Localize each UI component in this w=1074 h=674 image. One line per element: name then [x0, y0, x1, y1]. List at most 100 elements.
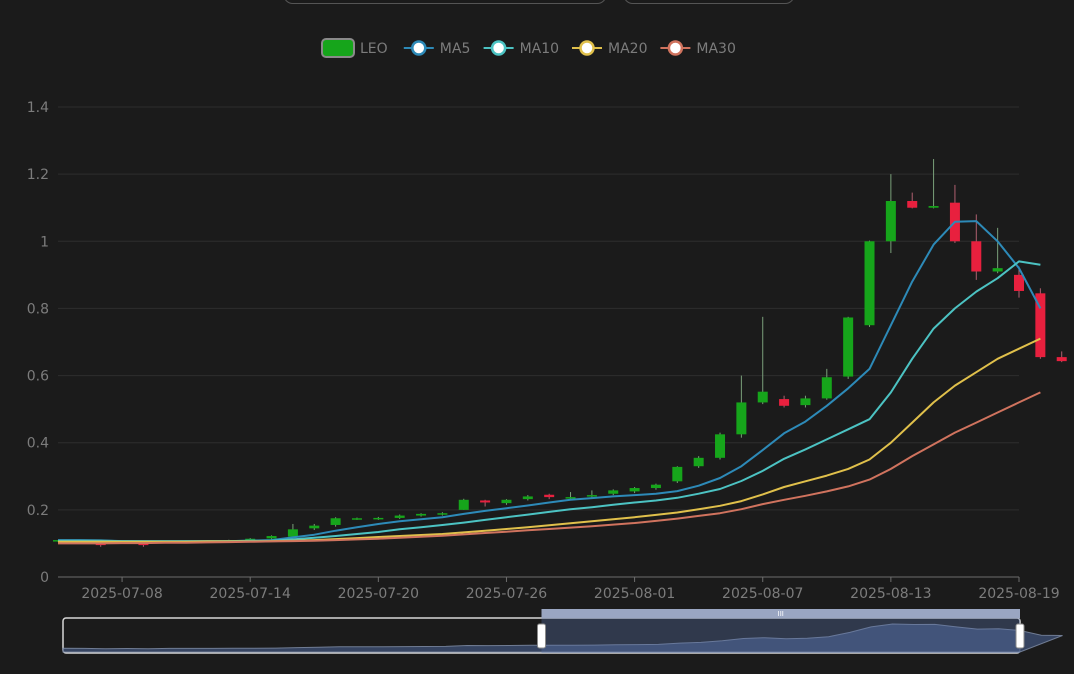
- ma5-line[interactable]: [58, 220, 1042, 543]
- candle[interactable]: [586, 490, 597, 498]
- candle[interactable]: [992, 227, 1003, 274]
- candle-body[interactable]: [373, 517, 384, 520]
- candle-body[interactable]: [608, 490, 619, 494]
- candle-body[interactable]: [736, 402, 747, 435]
- candle-body[interactable]: [629, 488, 640, 492]
- legend-item-ma30[interactable]: MA30: [660, 40, 736, 57]
- candle-body[interactable]: [394, 515, 405, 518]
- candle-body[interactable]: [864, 241, 875, 326]
- candle[interactable]: [693, 456, 704, 468]
- y-grid-lines: [58, 106, 1019, 578]
- x-tick-label: 2025-08-07: [722, 586, 803, 602]
- data-zoom-slider[interactable]: III: [62, 609, 1063, 654]
- candle-body[interactable]: [544, 494, 555, 498]
- candle[interactable]: [757, 316, 768, 405]
- candle[interactable]: [330, 517, 341, 527]
- legend-label: MA30: [696, 41, 735, 57]
- candle-body[interactable]: [1014, 274, 1024, 291]
- candle-body[interactable]: [992, 268, 1003, 272]
- candle-body[interactable]: [779, 399, 790, 406]
- legend-item-leo[interactable]: LEO: [321, 38, 388, 58]
- zoom-start-handle[interactable]: [537, 623, 546, 649]
- legend-label: LEO: [360, 41, 388, 57]
- candle-body[interactable]: [650, 484, 661, 489]
- candle[interactable]: [629, 487, 640, 494]
- candle-body[interactable]: [565, 497, 576, 499]
- candle[interactable]: [1014, 266, 1024, 298]
- legend-item-ma20[interactable]: MA20: [572, 40, 647, 57]
- candle[interactable]: [907, 192, 918, 209]
- candle-body[interactable]: [501, 499, 512, 504]
- candle-body[interactable]: [480, 500, 491, 503]
- candle-body[interactable]: [266, 536, 277, 539]
- candle[interactable]: [800, 395, 811, 408]
- candlestick-chart: LEO MA5 MA10 MA20 MA30 00.20.40.60.811.21.4 …: [27, 38, 1067, 654]
- candle-body[interactable]: [800, 398, 811, 406]
- candle[interactable]: [1035, 288, 1046, 359]
- candle-body[interactable]: [821, 377, 832, 399]
- candle-body[interactable]: [416, 513, 427, 516]
- legend-label: MA10: [520, 41, 559, 57]
- candle-body[interactable]: [715, 434, 726, 458]
- candle[interactable]: [394, 514, 405, 519]
- candle[interactable]: [437, 512, 448, 516]
- candle[interactable]: [544, 493, 555, 500]
- candle[interactable]: [779, 395, 790, 408]
- candle[interactable]: [650, 483, 661, 490]
- candle[interactable]: [1056, 351, 1067, 363]
- candle-body[interactable]: [1056, 357, 1067, 362]
- candle-body[interactable]: [351, 518, 362, 520]
- candle[interactable]: [608, 489, 619, 496]
- candle[interactable]: [949, 184, 960, 243]
- candle[interactable]: [864, 240, 875, 327]
- candle[interactable]: [373, 516, 384, 520]
- legend-label: MA20: [608, 41, 647, 57]
- zoom-selected-window[interactable]: [541, 618, 1021, 653]
- candle-body[interactable]: [843, 317, 854, 377]
- y-tick-label: 0.6: [27, 369, 49, 385]
- candle-body[interactable]: [309, 525, 320, 529]
- candle[interactable]: [821, 368, 832, 400]
- candle[interactable]: [885, 174, 896, 254]
- candle[interactable]: [287, 523, 298, 538]
- legend-marker: [667, 40, 684, 56]
- candle[interactable]: [309, 523, 320, 530]
- candle[interactable]: [928, 159, 939, 209]
- candle[interactable]: [672, 466, 683, 483]
- candle-body[interactable]: [330, 518, 341, 525]
- candle[interactable]: [522, 495, 533, 501]
- legend-marker: [411, 40, 427, 56]
- x-tick-label: 2025-08-01: [594, 586, 675, 602]
- candle-body[interactable]: [885, 201, 896, 242]
- candle-body[interactable]: [437, 513, 448, 515]
- y-axis: 0 0.2 0.4 0.6 0.8 1 1.2 1.4: [27, 100, 49, 586]
- candle[interactable]: [351, 517, 362, 520]
- candle-body[interactable]: [458, 499, 469, 510]
- candle-body[interactable]: [907, 201, 918, 208]
- chart-legend[interactable]: LEO MA5 MA10 MA20 MA30: [321, 38, 736, 58]
- zoom-end-handle[interactable]: [1015, 623, 1025, 649]
- candle-body[interactable]: [522, 496, 533, 500]
- candle[interactable]: [416, 513, 427, 517]
- candle-body[interactable]: [757, 391, 768, 403]
- y-tick-label: 0.4: [27, 436, 49, 452]
- candle-body[interactable]: [693, 457, 704, 467]
- candle[interactable]: [480, 499, 491, 507]
- legend-item-ma5[interactable]: MA5: [403, 40, 471, 57]
- candle-body[interactable]: [672, 466, 683, 482]
- candle-body[interactable]: [287, 529, 298, 537]
- y-tick-label: 1: [40, 234, 49, 250]
- candle-body[interactable]: [586, 495, 597, 497]
- x-tick-label: 2025-07-14: [210, 586, 291, 602]
- candle-series[interactable]: [53, 159, 1067, 547]
- candle[interactable]: [458, 498, 469, 510]
- candle[interactable]: [736, 375, 747, 438]
- candle[interactable]: [715, 432, 726, 460]
- candle[interactable]: [843, 316, 854, 379]
- candle-body[interactable]: [971, 241, 982, 272]
- candle[interactable]: [501, 499, 512, 505]
- ma10-line[interactable]: [58, 260, 1041, 543]
- legend-item-ma10[interactable]: MA10: [483, 40, 559, 57]
- candle-body[interactable]: [928, 206, 939, 208]
- ma30-line[interactable]: [58, 391, 1041, 545]
